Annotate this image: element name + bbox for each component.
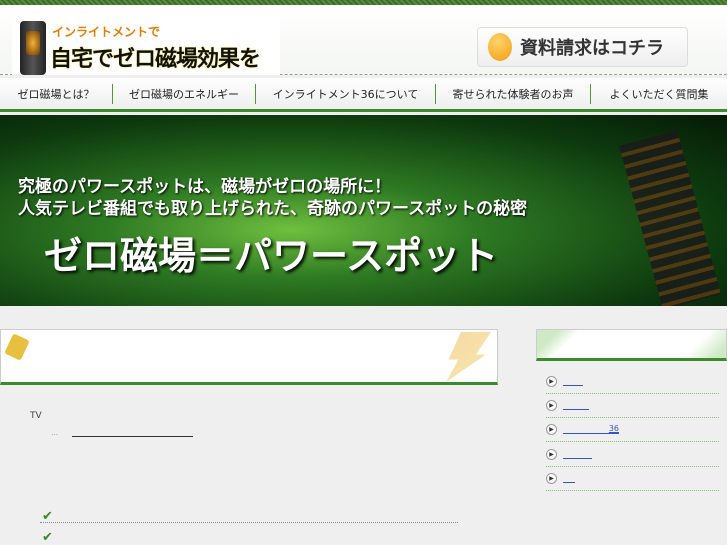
check-icon: ✔ <box>42 530 53 545</box>
play-circle-icon: ▶ <box>546 376 557 387</box>
sidebar-link[interactable]: 36 <box>563 424 619 434</box>
sidebar-link[interactable] <box>563 402 589 410</box>
sidebar-link[interactable] <box>563 475 575 483</box>
nav-item-faq[interactable]: よくいただく質問集 <box>590 84 727 104</box>
logo-tagline: インライトメントで <box>52 25 161 39</box>
request-materials-button[interactable]: 資料請求はコチラ <box>477 27 688 67</box>
hero-banner: 究極のパワースポットは、磁場がゼロの場所に！ 人気テレビ番組でも取り上げられた、… <box>0 115 727 306</box>
orange-mouse-icon <box>488 33 512 61</box>
sidebar-heading-box <box>536 329 727 361</box>
sidebar-item[interactable]: ▶ 36 <box>546 418 719 442</box>
play-circle-icon: ▶ <box>546 400 557 411</box>
banner-headline: ゼロ磁場＝パワースポット <box>44 233 499 278</box>
nav-item-zero-field[interactable]: ゼロ磁場とは？ <box>0 84 112 104</box>
film-strip-decoration <box>619 130 721 306</box>
logo-title: 自宅でゼロ磁場効果を <box>50 47 261 72</box>
body-text-tv: TV <box>30 411 42 421</box>
sidebar-item[interactable]: ▶ <box>546 467 719 491</box>
sidebar-link[interactable] <box>563 378 583 386</box>
banner-line2: 人気テレビ番組でも取り上げられた、奇跡のパワースポットの秘密 <box>18 199 528 219</box>
dotted-divider <box>40 522 458 523</box>
nav-item-testimonials[interactable]: 寄せられた体験者のお声 <box>435 84 590 104</box>
site-logo[interactable]: インライトメントで 自宅でゼロ磁場効果を <box>12 15 280 75</box>
play-circle-icon: ▶ <box>546 473 557 484</box>
underlined-link[interactable] <box>72 436 193 437</box>
request-label: 資料請求はコチラ <box>520 38 664 59</box>
main-heading-box <box>0 329 498 385</box>
nav-item-enlightment36[interactable]: インライトメント36について <box>255 84 435 104</box>
nav-item-energy[interactable]: ゼロ磁場のエネルギー <box>112 84 255 104</box>
sidebar-item[interactable]: ▶ <box>546 394 719 418</box>
sidebar-link[interactable] <box>563 451 592 459</box>
lamp-icon <box>20 21 46 75</box>
play-circle-icon: ▶ <box>546 424 557 435</box>
sidebar-item[interactable]: ▶ <box>546 443 719 467</box>
body-ellipsis: … <box>51 429 58 437</box>
lightning-icon <box>446 332 491 382</box>
header: インライトメントで 自宅でゼロ磁場効果を 資料請求はコチラ <box>0 5 727 75</box>
play-circle-icon: ▶ <box>546 449 557 460</box>
battery-bolt-icon <box>4 333 30 361</box>
main-nav: ゼロ磁場とは？ ゼロ磁場のエネルギー インライトメント36について 寄せられた体… <box>0 78 727 112</box>
sidebar-item[interactable]: ▶ <box>546 370 719 394</box>
